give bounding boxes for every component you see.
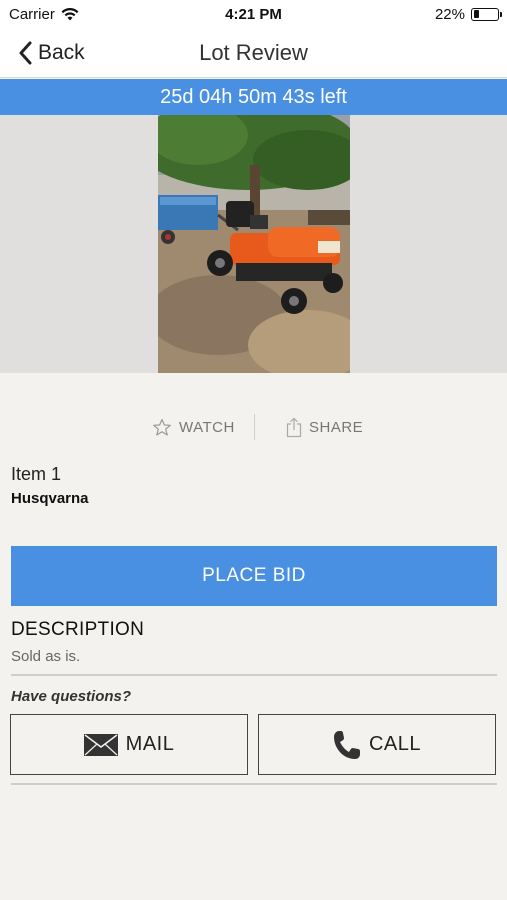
phone-icon [333,730,360,759]
watch-button[interactable]: WATCH [152,410,235,444]
envelope-icon [83,733,118,756]
divider [11,674,497,676]
battery-level [473,10,479,18]
page-title: Lot Review [199,40,308,65]
status-bar-left: Carrier [9,6,79,23]
wifi-icon [61,7,79,20]
place-bid-label: PLACE BID [202,565,306,586]
description-text: Sold as is. [11,648,81,665]
item-title: Item 1 [11,464,62,484]
call-label: CALL [368,733,422,755]
description-heading: DESCRIPTION [11,619,145,640]
carrier-label: Carrier [9,5,55,23]
questions-prompt: Have questions? [11,688,132,705]
mail-label: MAIL [125,733,175,755]
lot-actions: WATCH SHARE [0,410,507,444]
countdown-banner: 25d 04h 50m 43s left [0,79,507,115]
lawn-tractor-photo [158,115,350,373]
photo-gallery[interactable] [0,115,507,373]
share-icon [286,417,302,437]
place-bid-button[interactable]: PLACE BID [11,546,497,606]
share-button[interactable]: SHARE [286,410,363,444]
divider [11,783,497,785]
battery-icon [471,7,502,21]
star-icon [153,418,171,436]
status-bar-right: 22% [434,5,502,23]
share-label: SHARE [309,418,364,436]
action-divider [254,414,255,440]
call-button[interactable]: CALL [258,714,496,775]
battery-percent: 22% [434,5,465,23]
status-bar: Carrier 4:21 PM 22% [0,0,507,28]
watch-label: WATCH [179,418,235,436]
mail-button[interactable]: MAIL [10,714,248,775]
lot-photo[interactable] [158,115,350,373]
item-subtitle: Husqvarna [11,490,89,507]
nav-bar: Back Lot Review [0,28,507,78]
